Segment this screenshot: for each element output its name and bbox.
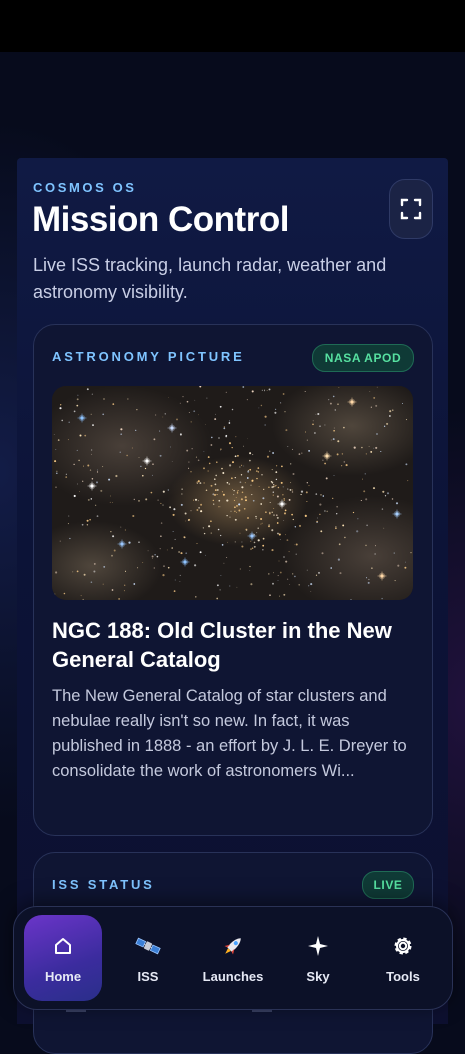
- apod-image[interactable]: [52, 386, 413, 600]
- nasa-apod-badge: NASA APOD: [312, 344, 414, 372]
- star-cluster-photo: [52, 386, 413, 600]
- divider: [66, 1010, 86, 1012]
- nav-label: Home: [45, 969, 81, 984]
- bottom-nav: Home ISS: [13, 906, 453, 1010]
- fullscreen-icon: [400, 198, 422, 220]
- nav-label: Sky: [306, 969, 329, 984]
- page-subtitle: Live ISS tracking, launch radar, weather…: [33, 252, 393, 306]
- status-bar: [0, 0, 465, 52]
- iss-status-label: ISS STATUS: [52, 877, 155, 892]
- nav-item-launches[interactable]: Launches: [194, 915, 272, 1001]
- apod-title: NGC 188: Old Cluster in the New General …: [52, 616, 422, 674]
- sparkle-icon: [307, 933, 329, 959]
- satellite-icon: [135, 933, 161, 959]
- live-badge: LIVE: [362, 871, 414, 899]
- rocket-icon: [220, 933, 246, 959]
- nav-item-iss[interactable]: ISS: [109, 915, 187, 1001]
- apod-card-label: ASTRONOMY PICTURE: [52, 349, 245, 364]
- nav-item-tools[interactable]: Tools: [364, 915, 442, 1001]
- nav-item-home[interactable]: Home: [24, 915, 102, 1001]
- gear-icon: [392, 933, 414, 959]
- nav-label: ISS: [138, 969, 159, 984]
- app-eyebrow: COSMOS OS: [33, 180, 137, 195]
- divider: [252, 1010, 272, 1012]
- page-title: Mission Control: [32, 200, 289, 240]
- apod-description: The New General Catalog of star clusters…: [52, 684, 422, 784]
- home-icon: [53, 933, 73, 959]
- nav-label: Tools: [386, 969, 420, 984]
- nav-label: Launches: [203, 969, 264, 984]
- nav-item-sky[interactable]: Sky: [279, 915, 357, 1001]
- fullscreen-button[interactable]: [389, 179, 433, 239]
